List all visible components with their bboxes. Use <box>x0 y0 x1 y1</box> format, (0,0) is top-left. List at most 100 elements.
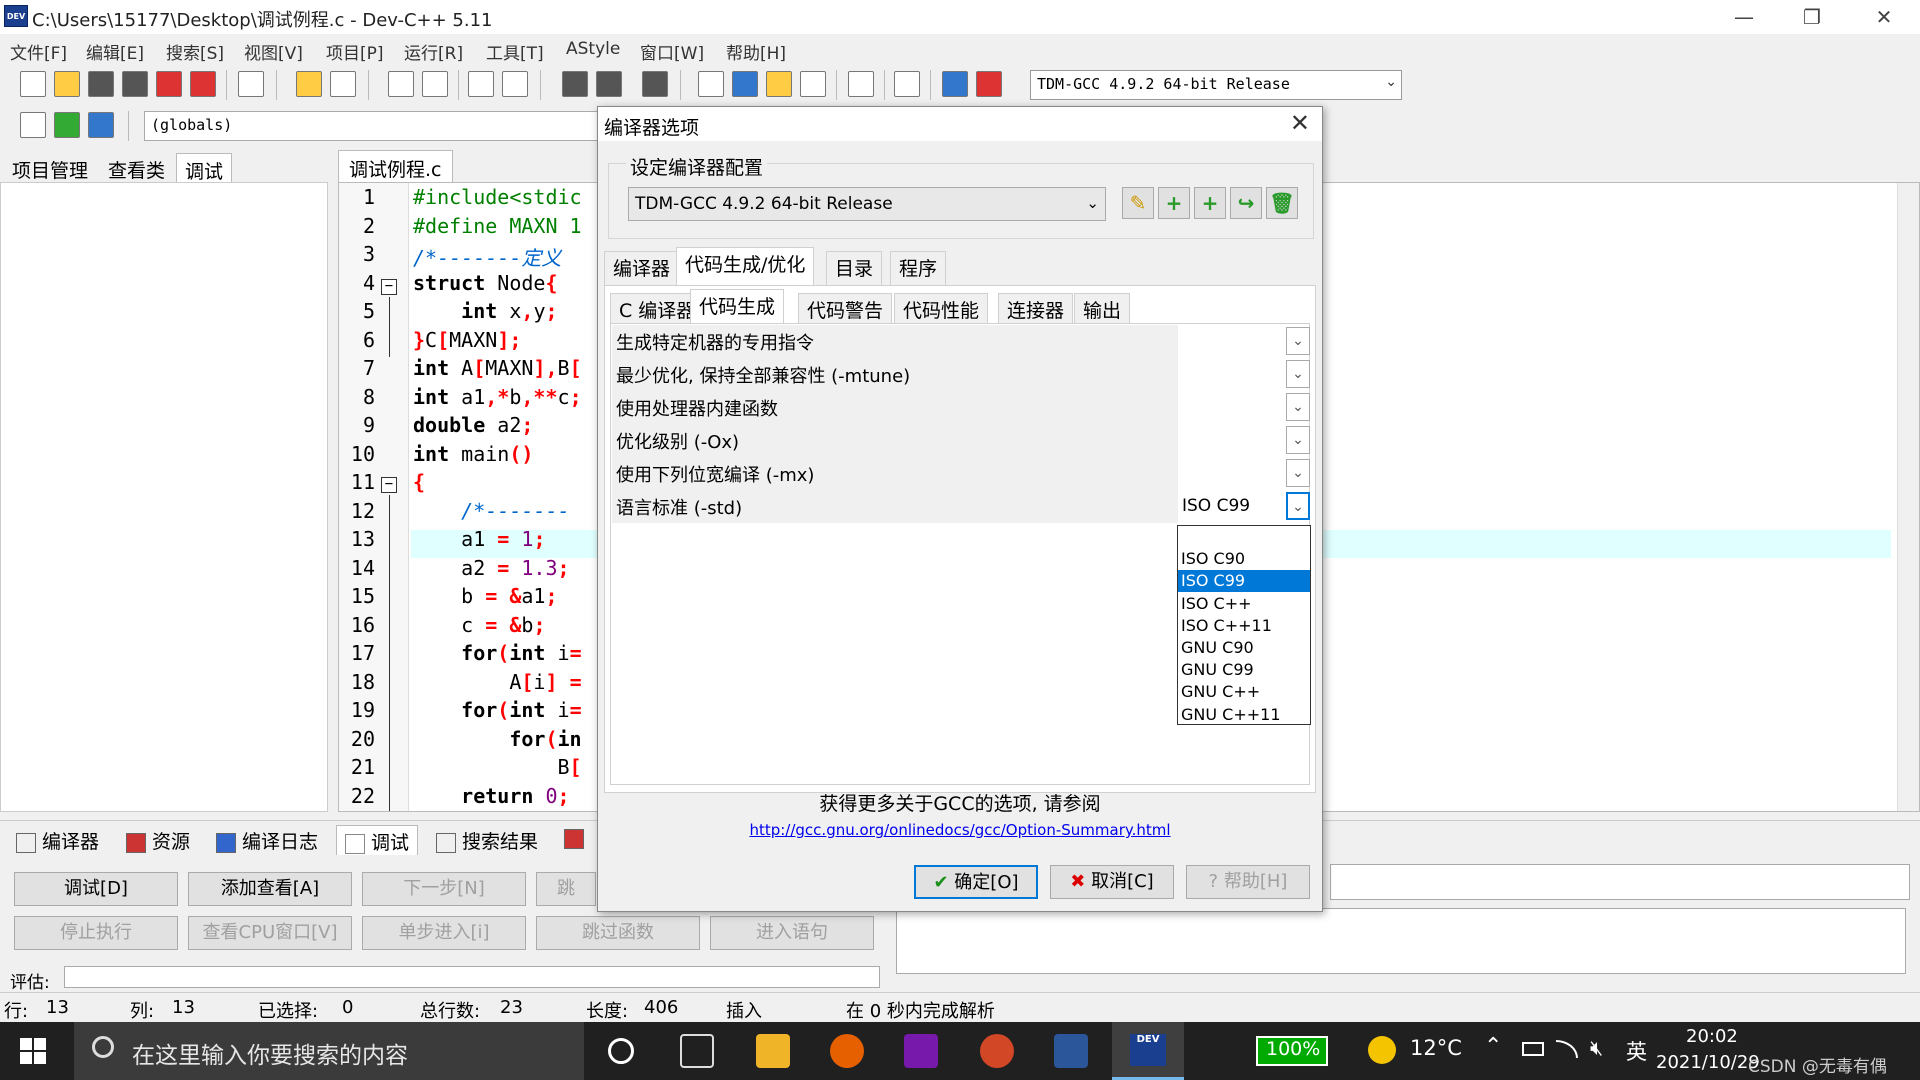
tab-search-results[interactable]: 搜索结果 <box>428 825 546 855</box>
dropdown-option[interactable] <box>1178 526 1310 548</box>
network-icon[interactable] <box>1522 1042 1544 1056</box>
tab-compile-log[interactable]: 编译日志 <box>208 825 326 855</box>
open-file-icon[interactable] <box>54 71 80 97</box>
compile-back-icon[interactable] <box>562 71 588 97</box>
dropdown-option[interactable]: GNU C++11 <box>1178 704 1310 726</box>
tab-compiler-settings[interactable]: 编译器 <box>604 251 680 285</box>
syntax-check-icon[interactable] <box>848 71 874 97</box>
chevron-down-icon[interactable]: ⌄ <box>1286 393 1310 421</box>
insert-icon[interactable] <box>20 112 46 138</box>
menu-file[interactable]: 文件[F] <box>10 39 67 64</box>
menu-tools[interactable]: 工具[T] <box>486 39 544 64</box>
restore-button[interactable]: ❐ <box>1784 0 1840 34</box>
menu-view[interactable]: 视图[V] <box>244 39 303 64</box>
close-all-icon[interactable] <box>190 71 216 97</box>
save-all-icon[interactable] <box>122 71 148 97</box>
option-bitwidth-value[interactable] <box>1178 457 1288 490</box>
onenote-icon[interactable] <box>904 1034 938 1068</box>
option-optlevel-value[interactable] <box>1178 424 1288 457</box>
powerpoint-icon[interactable] <box>980 1034 1014 1068</box>
add-config-icon[interactable]: + <box>1158 187 1190 219</box>
tab-compiler[interactable]: 编译器 <box>8 825 107 855</box>
compile-forward-icon[interactable] <box>596 71 622 97</box>
menu-astyle[interactable]: AStyle <box>566 39 620 59</box>
fold-toggle-icon[interactable]: − <box>381 477 397 493</box>
chevron-down-icon[interactable]: ⌄ <box>1286 459 1310 487</box>
debug-output-area[interactable] <box>896 908 1906 974</box>
subtab-code-profiling[interactable]: 代码性能 <box>894 293 989 323</box>
dropdown-option[interactable]: GNU C99 <box>1178 659 1310 681</box>
stop-execution-icon[interactable] <box>894 71 920 97</box>
compile-icon[interactable] <box>698 71 724 97</box>
delete-profile-icon[interactable] <box>976 71 1002 97</box>
wifi-icon[interactable] <box>1556 1040 1578 1058</box>
chevron-down-icon[interactable]: ⌄ <box>1286 426 1310 454</box>
save-icon[interactable] <box>88 71 114 97</box>
new-file-icon[interactable] <box>20 71 46 97</box>
file-explorer-icon[interactable] <box>756 1034 790 1068</box>
option-std-value[interactable]: ISO C99 <box>1178 490 1288 523</box>
volume-muted-icon[interactable]: 🔇︎ <box>1590 1036 1603 1061</box>
compiler-set-select[interactable]: TDM-GCC 4.9.2 64-bit Release ⌄ <box>628 187 1106 221</box>
delete-config-icon[interactable]: 🗑︎ <box>1266 187 1298 219</box>
windows-start-icon[interactable] <box>20 1038 46 1064</box>
add-watch-button[interactable]: 添加查看[A] <box>188 872 352 906</box>
weather-moon-icon[interactable] <box>1368 1036 1396 1064</box>
tab-programs[interactable]: 程序 <box>890 251 947 285</box>
dialog-close-icon[interactable]: ✕ <box>1290 109 1310 137</box>
option-builtin-value[interactable] <box>1178 391 1288 424</box>
option-mtune-value[interactable] <box>1178 358 1288 391</box>
editor-vertical-scrollbar[interactable] <box>1897 183 1919 811</box>
chevron-down-icon[interactable]: ⌄ <box>1286 492 1310 520</box>
goto-icon[interactable] <box>54 112 80 138</box>
tab-resources[interactable]: 资源 <box>118 825 198 855</box>
menu-project[interactable]: 项目[P] <box>326 39 384 64</box>
rename-config-icon[interactable]: ✎ <box>1122 187 1154 219</box>
dropdown-option[interactable]: ISO C++11 <box>1178 615 1310 637</box>
cortana-icon[interactable] <box>608 1038 634 1064</box>
add-config-from-folder-icon[interactable]: + <box>1194 187 1226 219</box>
dropdown-option[interactable]: ISO C++ <box>1178 593 1310 615</box>
step-into-button[interactable]: 单步进入[i] <box>362 916 526 950</box>
redo-icon[interactable] <box>330 71 356 97</box>
skip-function-button[interactable]: 跳过函数 <box>536 916 700 950</box>
language-standard-dropdown[interactable]: ISO C90 ISO C99 ISO C++ ISO C++11 GNU C90 GNU… <box>1177 525 1311 725</box>
scope-select[interactable]: (globals) <box>144 111 604 141</box>
clock-time[interactable]: 20:02 <box>1686 1026 1738 1047</box>
cpu-window-button[interactable]: 查看CPU窗口[V] <box>188 916 352 950</box>
profile-chart-icon[interactable] <box>942 71 968 97</box>
dropdown-option[interactable]: GNU C90 <box>1178 637 1310 659</box>
ime-language-indicator[interactable]: 英 <box>1626 1036 1647 1066</box>
evaluate-input[interactable] <box>64 966 880 988</box>
debug-button[interactable]: 调试[D] <box>14 872 178 906</box>
dropdown-option[interactable]: ISO C90 <box>1178 548 1310 570</box>
tab-class-browser[interactable]: 查看类 <box>100 153 173 183</box>
rebuild-icon[interactable] <box>800 71 826 97</box>
unindent-icon[interactable] <box>502 71 528 97</box>
into-statement-button[interactable]: 进入语句 <box>710 916 874 950</box>
dropdown-option[interactable]: GNU C++ <box>1178 681 1310 703</box>
firefox-icon[interactable] <box>830 1034 864 1068</box>
bookmark-icon[interactable] <box>88 112 114 138</box>
compile-run-icon[interactable] <box>766 71 792 97</box>
menu-edit[interactable]: 编辑[E] <box>86 39 144 64</box>
toggle-icon[interactable] <box>642 71 668 97</box>
word-icon[interactable] <box>1054 1034 1088 1068</box>
undo-icon[interactable] <box>296 71 322 97</box>
clock-date[interactable]: 2021/10/29 <box>1656 1052 1760 1073</box>
find-icon[interactable] <box>388 71 414 97</box>
menu-window[interactable]: 窗口[W] <box>640 39 704 64</box>
rename-config-arrow-icon[interactable]: ↪ <box>1230 187 1262 219</box>
minimize-button[interactable]: — <box>1716 0 1772 34</box>
gcc-options-link[interactable]: http://gcc.gnu.org/onlinedocs/gcc/Option… <box>598 821 1322 839</box>
menu-run[interactable]: 运行[R] <box>404 39 463 64</box>
subtab-linker[interactable]: 连接器 <box>998 293 1074 323</box>
print-icon[interactable] <box>238 71 264 97</box>
tray-chevron-up-icon[interactable]: ⌃ <box>1484 1034 1502 1059</box>
dropdown-option[interactable]: ISO C99 <box>1178 570 1310 593</box>
task-view-icon[interactable] <box>680 1034 714 1068</box>
run-icon[interactable] <box>732 71 758 97</box>
option-arch-value[interactable] <box>1178 325 1288 358</box>
subtab-output[interactable]: 输出 <box>1074 293 1131 323</box>
editor-file-tab[interactable]: 调试例程.c <box>338 150 453 182</box>
